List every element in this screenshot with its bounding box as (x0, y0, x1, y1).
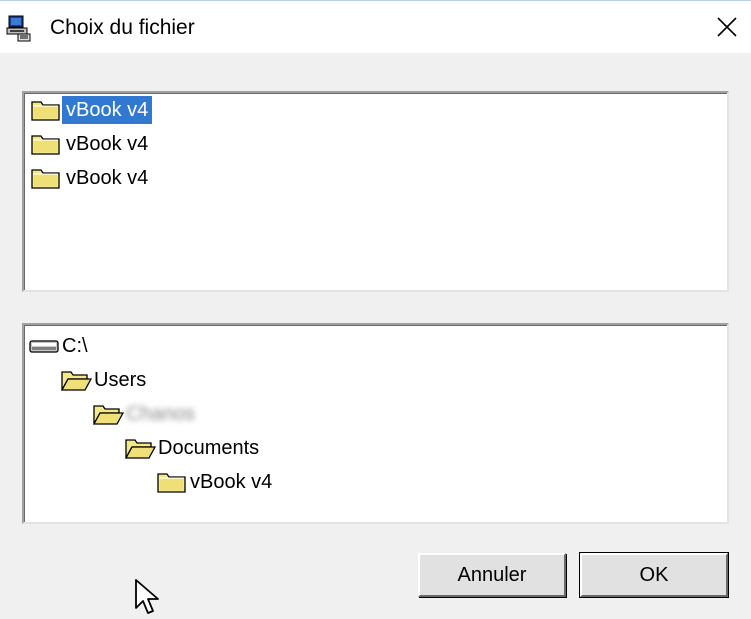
cancel-button[interactable]: Annuler (418, 553, 566, 597)
app-icon (6, 15, 31, 42)
open-folder-icon (60, 371, 92, 391)
tree-item-vbook[interactable]: vBook v4 (156, 467, 276, 497)
ok-button[interactable]: OK (579, 552, 729, 598)
tree-item-label: Users (94, 369, 147, 391)
close-button[interactable] (703, 1, 751, 53)
mouse-cursor-icon (135, 579, 159, 614)
directory-tree[interactable]: C:\ Users Chanos Documents vBook v4 (22, 323, 729, 524)
list-item[interactable]: vBook v4 (30, 95, 153, 125)
close-icon (717, 17, 737, 37)
list-item-label: vBook v4 (62, 96, 153, 124)
list-item[interactable]: vBook v4 (30, 129, 152, 159)
tree-item-label: C:\ (62, 335, 88, 357)
list-item[interactable]: vBook v4 (30, 163, 152, 193)
title-bar: Choix du fichier (0, 1, 751, 53)
folder-icon (157, 473, 186, 493)
list-item-label: vBook v4 (66, 133, 149, 155)
drive-icon (29, 340, 59, 353)
folder-icon (31, 169, 60, 189)
open-folder-icon (92, 405, 124, 425)
folder-icon (31, 101, 60, 121)
tree-item-drive[interactable]: C:\ (28, 331, 92, 361)
folder-icon (31, 135, 60, 155)
file-chooser-dialog: Choix du fichier vBook v4 vBook v4 vBook… (0, 0, 751, 619)
file-list[interactable]: vBook v4 vBook v4 vBook v4 (22, 91, 729, 292)
window-title: Choix du fichier (50, 16, 195, 39)
tree-item-documents[interactable]: Documents (124, 433, 263, 463)
tree-item-label: Documents (158, 437, 260, 459)
list-item-label: vBook v4 (66, 167, 149, 189)
tree-item-users[interactable]: Users (60, 365, 150, 395)
tree-item-label: vBook v4 (190, 471, 273, 493)
tree-item-label: Chanos (126, 403, 195, 425)
tree-item-user-profile[interactable]: Chanos (92, 399, 199, 429)
open-folder-icon (124, 439, 156, 459)
